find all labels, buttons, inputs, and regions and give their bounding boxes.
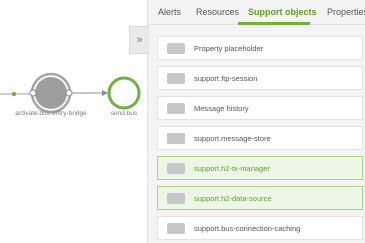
tab-properties[interactable]: Properties <box>327 7 365 17</box>
tab-bar: Alerts Resources Support objects Propert… <box>148 0 365 25</box>
list-item-label: support.h2-data-source <box>194 193 272 203</box>
support-objects-list: Property placeholder support.ftp-session… <box>157 36 363 243</box>
list-item[interactable]: Property placeholder <box>157 36 363 60</box>
bridge-input-port <box>29 89 37 97</box>
list-item-label: support.message-store <box>194 133 271 143</box>
tab-alerts[interactable]: Alerts <box>158 7 181 17</box>
tab-support-objects[interactable]: Support objects <box>248 7 317 17</box>
bridge-output-port <box>65 89 73 97</box>
object-icon <box>167 132 185 144</box>
active-tab-indicator <box>238 22 310 25</box>
incoming-port[interactable] <box>11 91 17 97</box>
list-item-label: support.h2-tx-manager <box>194 163 270 173</box>
list-item[interactable]: support.ftp-session <box>157 66 363 90</box>
list-item-label: support.bus-connection-caching <box>194 223 301 233</box>
object-icon <box>167 222 185 234</box>
list-item[interactable]: support.h2-tx-manager <box>157 156 363 180</box>
flow-canvas[interactable]: activate.bus-entry-bridge send.bus <box>0 0 147 243</box>
list-item[interactable]: support.message-store <box>157 126 363 150</box>
bridge-node-label: activate.bus-entry-bridge <box>15 110 87 117</box>
list-item-label: support.ftp-session <box>194 73 258 83</box>
list-item-label: Property placeholder <box>194 43 264 53</box>
bridge-node[interactable] <box>29 72 73 114</box>
list-item[interactable]: support.bus-connection-caching <box>157 216 363 240</box>
object-icon <box>167 42 185 54</box>
send-bus-node[interactable] <box>107 76 141 110</box>
list-item[interactable]: Message history <box>157 96 363 120</box>
object-icon <box>167 72 185 84</box>
send-bus-node-label: send.bus <box>110 110 138 117</box>
collapse-panel-button[interactable]: » <box>129 26 149 54</box>
object-icon <box>167 162 185 174</box>
object-icon <box>167 102 185 114</box>
edge-arrow-icon <box>102 90 108 96</box>
double-chevron-right-icon: » <box>136 34 143 46</box>
list-item-label: Message history <box>194 103 249 113</box>
flow-diagram <box>0 72 141 114</box>
tab-resources[interactable]: Resources <box>196 7 239 17</box>
object-icon <box>167 192 185 204</box>
list-item[interactable]: support.h2-data-source <box>157 186 363 210</box>
